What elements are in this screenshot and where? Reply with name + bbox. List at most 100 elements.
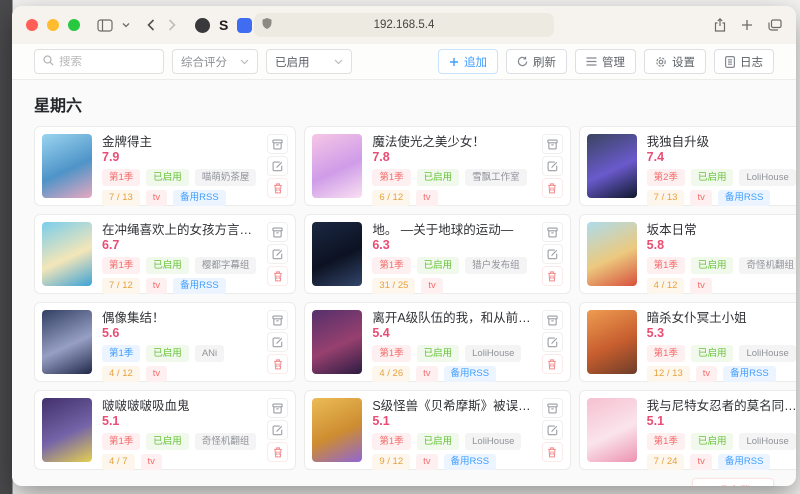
archive-button[interactable]: [267, 134, 288, 154]
tag: 已启用: [691, 169, 734, 186]
tag-row-2: 4 / 12tv: [102, 366, 256, 383]
anime-poster[interactable]: [587, 134, 637, 198]
delete-button[interactable]: [542, 442, 563, 462]
edit-button[interactable]: [542, 420, 563, 440]
edit-button[interactable]: [267, 420, 288, 440]
tag-row-1: 第1季已启用LoliHouse: [647, 433, 796, 450]
zoom-window-button[interactable]: [68, 19, 80, 31]
add-button[interactable]: 追加: [438, 49, 498, 74]
s-extension-icon[interactable]: S: [219, 17, 228, 33]
tag: LoliHouse: [465, 345, 521, 362]
tab-overview-icon[interactable]: [768, 19, 782, 31]
tag: tv: [416, 454, 437, 471]
delete-button[interactable]: [267, 266, 288, 286]
search-icon: [43, 53, 54, 71]
dark-circle-extension-icon[interactable]: [195, 18, 210, 33]
refresh-button[interactable]: 刷新: [506, 49, 567, 74]
edit-button[interactable]: [542, 244, 563, 264]
back-icon[interactable]: [147, 19, 155, 31]
address-bar[interactable]: 192.168.5.4: [254, 13, 554, 37]
anime-poster[interactable]: [312, 134, 362, 198]
edit-button[interactable]: [542, 332, 563, 352]
share-icon[interactable]: [714, 18, 726, 32]
tag-row-2: 7 / 13tv备用RSS: [102, 190, 256, 207]
tag: 备用RSS: [444, 366, 497, 383]
settings-button[interactable]: 设置: [644, 49, 706, 74]
archive-button[interactable]: [542, 134, 563, 154]
search-input[interactable]: [59, 56, 155, 68]
archive-button[interactable]: [267, 222, 288, 242]
tag-row-2: 7 / 13tv备用RSS: [647, 190, 796, 207]
tag: 第1季: [372, 169, 410, 186]
tag: 已启用: [417, 257, 460, 274]
anime-poster[interactable]: [587, 222, 637, 286]
edit-button[interactable]: [267, 156, 288, 176]
anime-poster[interactable]: [42, 310, 92, 374]
anime-poster[interactable]: [42, 222, 92, 286]
tag-row-2: 4 / 26tv备用RSS: [372, 366, 530, 383]
edit-icon: [547, 425, 558, 436]
search-box[interactable]: [34, 49, 164, 74]
delete-button[interactable]: [542, 266, 563, 286]
archive-icon: [272, 315, 283, 326]
archive-button[interactable]: [542, 222, 563, 242]
manage-button[interactable]: 管理: [575, 49, 636, 74]
edit-button[interactable]: [267, 332, 288, 352]
tag-row-1: 第1季已启用猎户发布组: [372, 257, 530, 274]
tag-row-1: 第1季已启用雪飘工作室: [372, 169, 530, 186]
archive-icon: [547, 315, 558, 326]
tag-row-1: 第1季已启用ANi: [102, 345, 256, 362]
tag: 第1季: [647, 257, 685, 274]
anime-card: 暗杀女仆冥土小姐 5.3 第1季已启用LoliHouse 12 / 13tv备用…: [579, 302, 796, 382]
trash-icon: [273, 271, 283, 282]
delete-button[interactable]: [542, 178, 563, 198]
trash-icon: [547, 359, 557, 370]
delete-button[interactable]: [267, 178, 288, 198]
edit-button[interactable]: [267, 244, 288, 264]
delete-button[interactable]: [542, 354, 563, 374]
anime-card: 金牌得主 7.9 第1季已启用喵萌奶茶屋 7 / 13tv备用RSS: [34, 126, 296, 206]
delete-button[interactable]: [267, 354, 288, 374]
edit-button[interactable]: [542, 156, 563, 176]
tag: LoliHouse: [739, 169, 795, 186]
tag-row-2: 4 / 7tv: [102, 454, 256, 471]
main-content: 星期六 金牌得主 7.9 第1季已启用喵萌奶茶屋 7 / 13tv备用RSS: [12, 80, 796, 486]
anime-poster[interactable]: [587, 398, 637, 462]
anime-poster[interactable]: [587, 310, 637, 374]
anime-card: S级怪兽《贝希摩斯》被误… 5.1 第1季已启用LoliHouse 9 / 12…: [304, 390, 570, 470]
anime-poster[interactable]: [312, 222, 362, 286]
archive-button[interactable]: [267, 310, 288, 330]
archive-icon: [272, 139, 283, 150]
status-select[interactable]: 已启用: [266, 49, 352, 74]
sidebar-toggle-icon[interactable]: [97, 19, 113, 32]
list-icon: [586, 57, 597, 66]
tag: 备用RSS: [723, 366, 776, 383]
archive-icon: [547, 227, 558, 238]
tag: 9 / 12: [372, 454, 410, 471]
anime-poster[interactable]: [42, 398, 92, 462]
new-tab-icon[interactable]: [741, 19, 753, 31]
sort-select[interactable]: 综合评分: [172, 49, 258, 74]
anime-poster[interactable]: [42, 134, 92, 198]
archive-button[interactable]: [542, 398, 563, 418]
tag: 第1季: [102, 345, 140, 362]
close-window-button[interactable]: [26, 19, 38, 31]
delete-button[interactable]: [267, 442, 288, 462]
chevron-down-icon[interactable]: [122, 22, 130, 28]
forward-icon[interactable]: [168, 19, 176, 31]
archive-button[interactable]: [542, 310, 563, 330]
anime-rating: 5.1: [647, 414, 796, 429]
url-text: 192.168.5.4: [374, 19, 435, 31]
tag: 第1季: [372, 433, 410, 450]
logout-button[interactable]: 退出登录: [692, 478, 774, 486]
minimize-window-button[interactable]: [47, 19, 59, 31]
archive-button[interactable]: [267, 398, 288, 418]
anime-poster[interactable]: [312, 398, 362, 462]
tag: 已启用: [146, 345, 189, 362]
anime-title: 暗杀女仆冥土小姐: [647, 311, 796, 326]
anime-poster[interactable]: [312, 310, 362, 374]
tag-row-1: 第1季已启用LoliHouse: [647, 345, 796, 362]
blue-grid-extension-icon[interactable]: [237, 18, 252, 33]
logs-button[interactable]: 日志: [714, 49, 774, 74]
tag-row-1: 第2季已启用LoliHouse: [647, 169, 796, 186]
